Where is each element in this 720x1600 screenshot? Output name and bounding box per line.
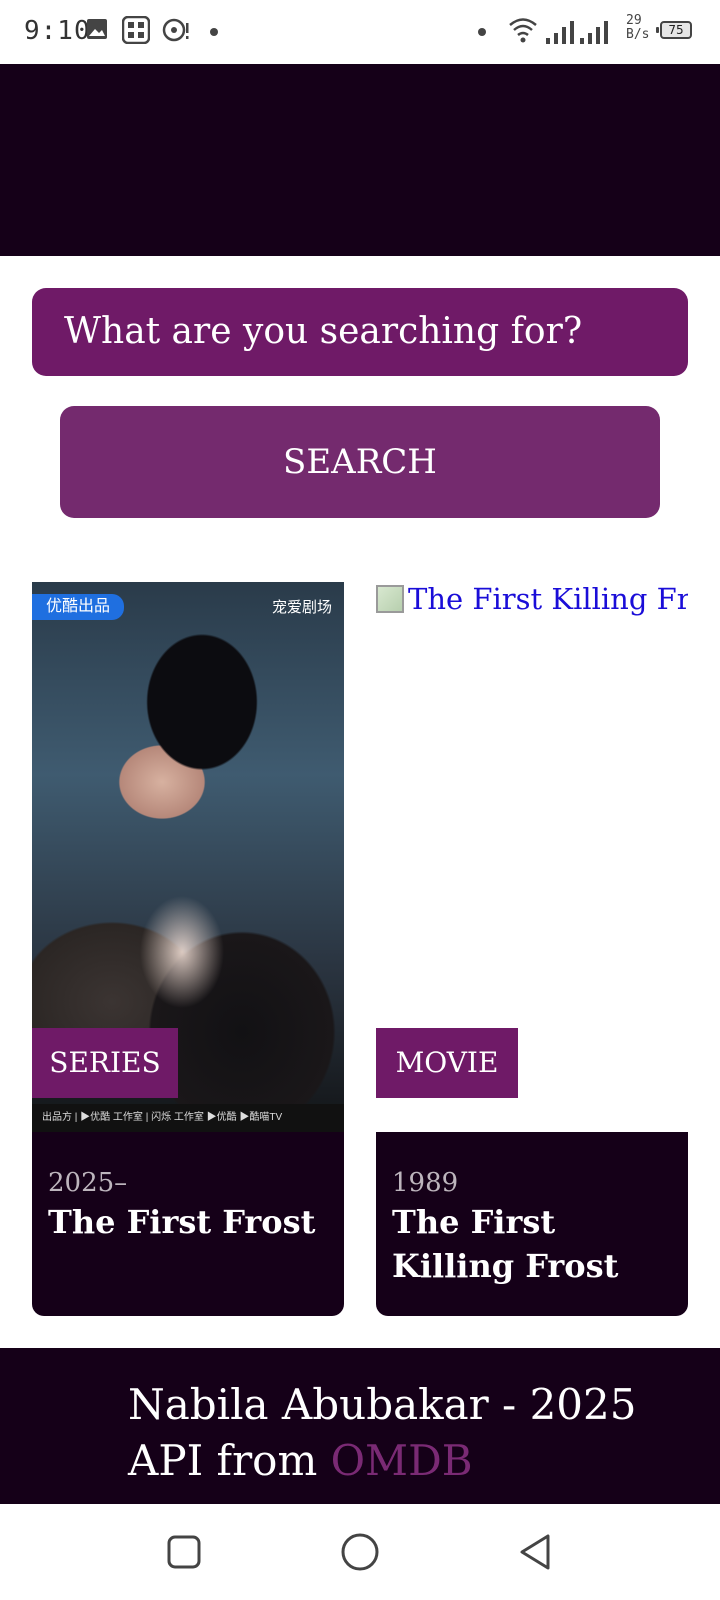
- result-title[interactable]: The First Frost: [48, 1200, 328, 1244]
- signal-1-icon: [546, 21, 574, 44]
- qr-scanner-icon: [122, 16, 150, 44]
- type-badge: SERIES: [32, 1028, 178, 1098]
- clock: 9:10: [24, 16, 91, 46]
- home-icon[interactable]: [336, 1528, 384, 1576]
- network-speed-value: 29: [626, 13, 642, 28]
- release-year: 1989: [392, 1168, 459, 1198]
- result-card[interactable]: 优酷出品 宠爱剧场 出品方 | ▶优酷 工作室 | 闪烁 工作室 ▶优酷 ▶酷喵…: [32, 582, 344, 1316]
- wifi-icon: [509, 18, 537, 43]
- poster-credits: 出品方 | ▶优酷 工作室 | 闪烁 工作室 ▶优酷 ▶酷喵TV: [32, 1104, 344, 1132]
- system-nav-bar: [0, 1504, 720, 1600]
- footer-credit: Nabila Abubakar - 2025: [128, 1380, 637, 1429]
- footer-api-prefix: API from: [128, 1436, 331, 1485]
- result-title[interactable]: The First Killing Frost: [392, 1200, 672, 1288]
- search-button[interactable]: SEARCH: [60, 406, 660, 518]
- footer-api: API from OMDB: [128, 1436, 473, 1485]
- notification-dot-icon: [210, 28, 218, 36]
- recents-icon[interactable]: [160, 1528, 208, 1576]
- card-info: 2025– The First Frost: [32, 1132, 344, 1316]
- image-icon: [87, 19, 107, 39]
- battery-icon: 75: [656, 21, 692, 39]
- media-icon: [162, 18, 189, 42]
- back-icon[interactable]: [512, 1528, 560, 1576]
- broken-image-alt: The First Killing Frost: [376, 582, 688, 616]
- omdb-link[interactable]: OMDB: [331, 1436, 473, 1485]
- footer: Nabila Abubakar - 2025 API from OMDB: [0, 1348, 720, 1504]
- app-header: [0, 64, 720, 256]
- broken-image-icon: [376, 585, 404, 613]
- signal-2-icon: [580, 21, 608, 44]
- search-input[interactable]: What are you searching for?: [32, 288, 688, 376]
- poster-logo: 宠爱剧场: [271, 599, 332, 616]
- dot-icon: [478, 28, 486, 36]
- poster-badge: 优酷出品: [32, 594, 124, 620]
- network-speed-unit: B/s: [626, 27, 650, 42]
- release-year: 2025–: [48, 1168, 128, 1198]
- status-bar: 9:10 29 B/s 75: [0, 0, 720, 64]
- result-card[interactable]: The First Killing Frost MOVIE 1989 The F…: [376, 582, 688, 1316]
- type-badge: MOVIE: [376, 1028, 518, 1098]
- card-info: 1989 The First Killing Frost: [376, 1132, 688, 1316]
- network-speed: 29 B/s: [626, 14, 649, 42]
- poster-alt-text: The First Killing Frost: [408, 582, 688, 616]
